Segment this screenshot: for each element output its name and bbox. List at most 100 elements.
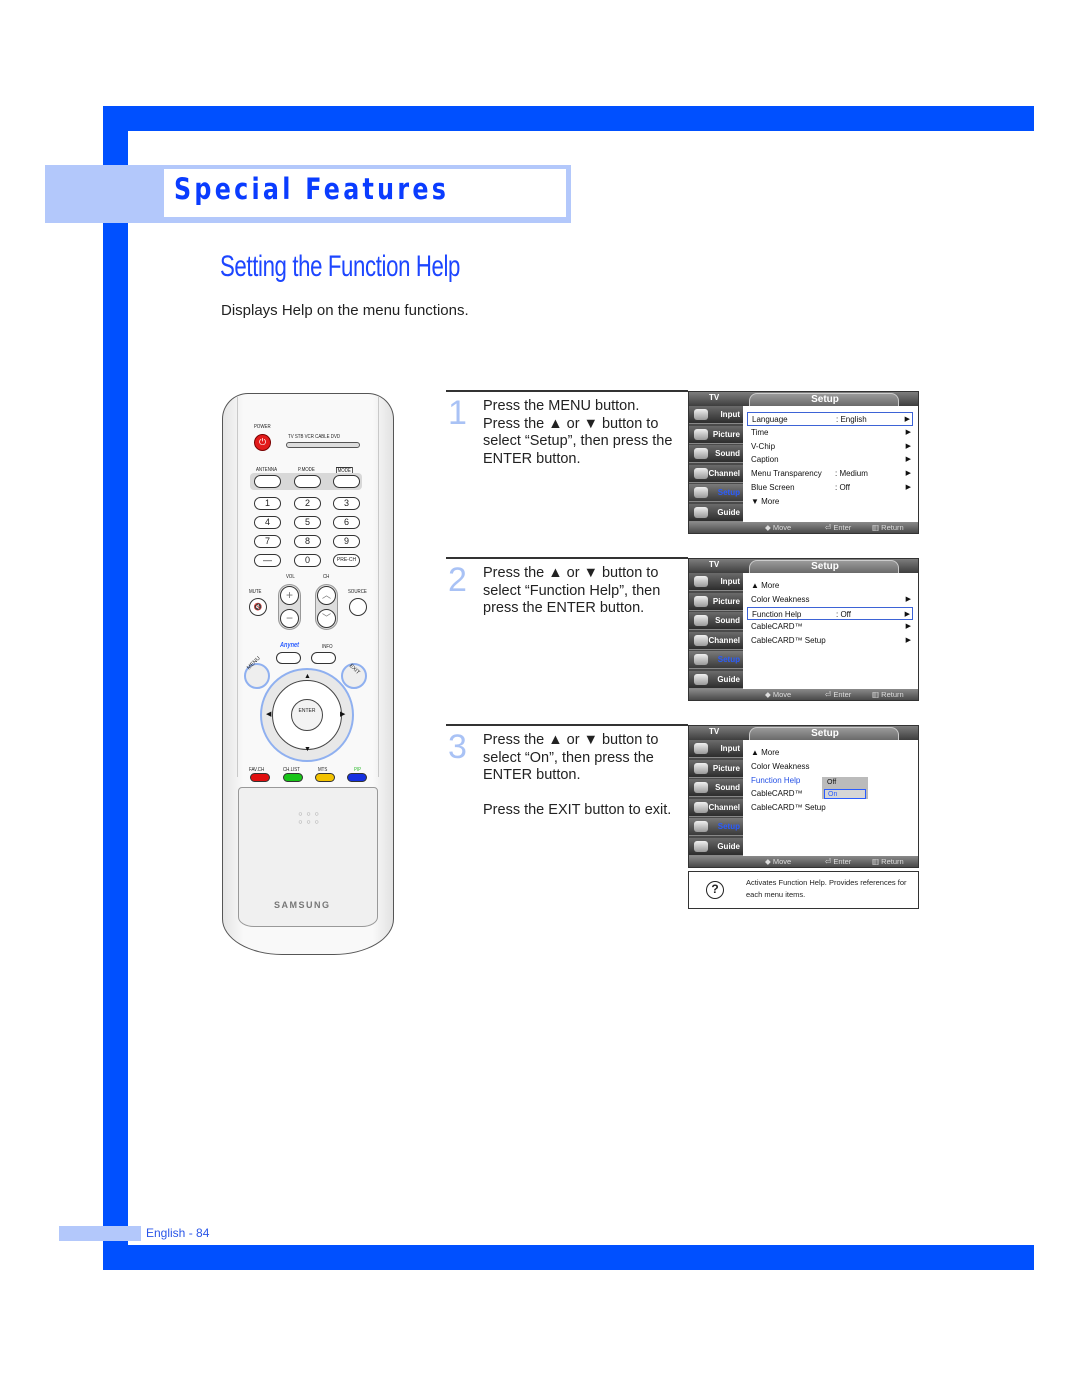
osd-row-label: Time [751,427,769,437]
function-help-box: ? Activates Function Help. Provides refe… [688,871,919,909]
volume-rocker: + − [278,584,301,630]
enter-hint: ⏎ Enter [825,523,852,532]
osd-tab-label: Guide [717,674,740,684]
osd-footer: ◆ Move ⏎ Enter ▥ Return [689,689,918,700]
input-icon [694,743,708,754]
popup-option-off: Off [827,779,837,786]
footer-band [59,1226,141,1241]
key-dash: — [254,554,281,567]
picture-icon [694,595,708,607]
help-question-icon: ? [706,881,724,899]
osd-tab-label: Picture [712,429,740,439]
osd-title-tab: Setup [749,393,899,406]
osd-row-value: : Off [836,609,851,619]
page-title: Setting the Function Help [220,250,461,283]
yellow-button [315,773,335,782]
osd-tab-label: Setup [717,655,740,664]
power-label: POWER [254,424,271,430]
key-0: 0 [294,554,321,567]
key-4: 4 [254,516,281,529]
tv-osd-screen-2: TV Setup Input Picture Sound Channel Setup Guid… [688,558,919,701]
picture-icon [694,762,708,774]
osd-row-value: : Medium [835,469,868,479]
chevron-right-icon: ▶ [905,470,911,478]
info-button [311,652,336,664]
osd-menu-row: CableCARD™ Setup ▶ [747,634,913,648]
osd-tab-label: Guide [717,841,740,851]
osd-row-label: CableCARD™ [751,789,803,799]
step-number: 3 [448,728,467,766]
osd-tab-sound: Sound [689,445,743,463]
osd-tab-label: Setup [717,488,740,497]
osd-tab-channel: Channel [689,464,743,483]
osd-tab-picture: Picture [689,592,743,611]
source-button [349,598,367,616]
osd-tab-sound: Sound [689,612,743,630]
osd-menu-row: ▼ More [747,495,913,509]
osd-row-value: : English [836,415,867,424]
osd-menu-row: ▲ More [747,746,913,760]
osd-menu-row: ▲ More [747,579,913,593]
osd-menu-row: V-Chip ▶ [747,440,913,454]
red-button [250,773,270,782]
dpad-down-icon: ▼ [304,746,311,753]
key-3: 3 [333,497,360,510]
osd-tab-input: Input [689,740,743,758]
osd-row-label: ▲ More [751,581,780,590]
osd-header: TV Setup [689,559,918,573]
osd-tab-label: Channel [708,635,740,645]
osd-menu-row: Color Weakness [747,760,913,774]
guide-icon [694,506,708,518]
osd-tab-label: Channel [708,468,740,478]
osd-sidebar: Input Picture Sound Channel Setup Guide [689,740,743,858]
return-hint: ▥ Return [872,523,904,532]
osd-row-label: CableCARD™ Setup [751,636,826,646]
dpad-up-icon: ▲ [304,673,311,680]
osd-tab-setup: Setup [689,651,743,669]
osd-header: TV Setup [689,726,918,740]
osd-row-label: ▼ More [751,496,780,506]
tv-osd-screen-1: TV Setup Input Picture Sound Channel Setup Guid… [688,391,919,534]
enter-hint: ⏎ Enter [825,857,852,866]
osd-row-label: V-Chip [751,441,776,451]
ch-label: CH [323,574,330,580]
page-description: Displays Help on the menu functions. [221,302,469,319]
move-hint: ◆ Move [765,857,792,866]
osd-sidebar: Input Picture Sound Channel Setup Guide [689,573,743,691]
step-text: Press the ▲ or ▼ button to select “On”, … [483,732,672,818]
step-text: Press the MENU button. Press the ▲ or ▼ … [483,398,673,467]
return-hint: ▥ Return [872,690,904,699]
step-3: 3 Press the ▲ or ▼ button to select “On”… [446,724,688,884]
step-number: 2 [448,561,467,599]
osd-tab-picture: Picture [689,759,743,778]
enter-button: ENTER [291,699,323,731]
remote-brand-logo: SAMSUNG [274,900,331,910]
osd-menu-row: Menu Transparency: Medium ▶ [747,467,913,481]
step-number: 1 [448,394,467,432]
mode-indicator-bar [286,442,360,448]
channel-icon [694,801,708,813]
osd-tab-label: Channel [708,802,740,812]
osd-tab-label: Input [720,744,740,753]
help-text: Activates Function Help. Provides refere… [746,878,907,899]
power-icon: ⏻ [258,437,267,447]
osd-tab-label: Input [720,577,740,586]
guide-icon [694,673,708,685]
osd-menu-list: ▲ More Color Weakness ▶ Function Help: Off ▶… [747,579,913,648]
setup-icon [694,654,708,665]
enter-hint: ⏎ Enter [825,690,852,699]
chevron-right-icon: ▶ [904,610,910,618]
blue-button [347,773,367,782]
enter-label: ENTER [298,708,316,714]
osd-row-label: Color Weakness [751,761,810,771]
antenna-button [254,475,281,488]
move-hint: ◆ Move [765,690,792,699]
osd-menu-row: Language: English ▶ [747,412,913,426]
microphone-holes-icon: ○ ○ ○ ○ ○ ○ [298,811,320,826]
osd-title: Setup [811,561,839,572]
page-frame-left [103,106,128,1270]
picture-icon [694,428,708,440]
osd-menu-list: Language: English ▶ Time ▶ V-Chip ▶ Caption ▶ Me… [747,412,913,509]
source-modes-label: TV STB VCR CABLE DVD [288,434,341,440]
osd-tab-label: Picture [712,763,740,773]
